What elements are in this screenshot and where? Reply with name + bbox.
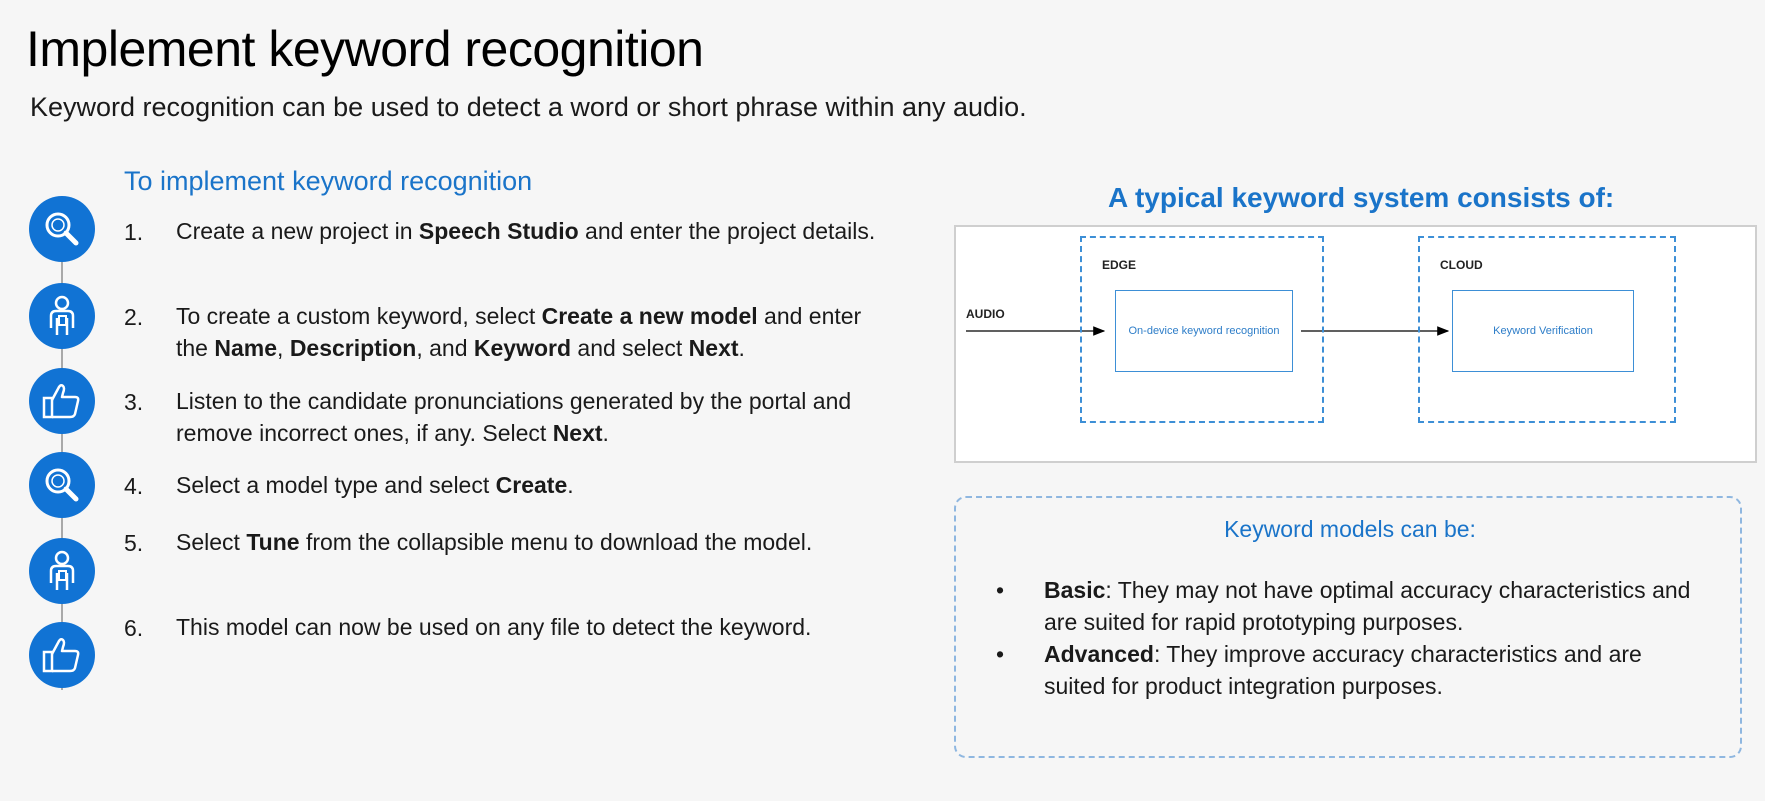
- models-heading: Keyword models can be:: [1224, 516, 1476, 542]
- page-subtitle: Keyword recognition can be used to detec…: [30, 92, 1027, 122]
- step-number: 5.: [124, 530, 144, 556]
- step-text: To create a custom keyword, select Creat…: [176, 303, 862, 361]
- magnifier-icon: [29, 452, 95, 518]
- step-text: Select Tune from the collapsible menu to…: [176, 529, 813, 555]
- edge-label: EDGE: [1102, 258, 1137, 272]
- thumbs-up-icon: [29, 622, 95, 688]
- bullet: •: [996, 641, 1005, 667]
- cloud-label: CLOUD: [1440, 258, 1483, 272]
- step-text: Create a new project in Speech Studio an…: [176, 218, 876, 244]
- step-number: 2.: [124, 304, 144, 330]
- page-title: Implement keyword recognition: [26, 21, 704, 77]
- step-number: 3.: [124, 389, 144, 415]
- keyword-models-box: Keyword models can be: • Basic: They may …: [954, 496, 1742, 758]
- step-number: 6.: [124, 615, 144, 641]
- model-description: : They may not have optimal accuracy cha…: [1044, 577, 1691, 635]
- step-text: This model can now be used on any file t…: [176, 614, 812, 640]
- model-term: Advanced: [1044, 641, 1154, 667]
- step-text: Listen to the candidate pronunciations g…: [176, 388, 852, 446]
- bullet: •: [996, 577, 1005, 603]
- step-text: Select a model type and select Create.: [176, 472, 574, 498]
- audio-label: AUDIO: [966, 307, 1005, 321]
- person-icon: [29, 283, 95, 349]
- keyword-verification-box: Keyword Verification: [1452, 290, 1634, 372]
- models-list: • Basic: They may not have optimal accura…: [996, 574, 1696, 702]
- cloud-region: CLOUD Keyword Verification: [1418, 236, 1676, 423]
- model-item: • Advanced: They improve accuracy charact…: [996, 638, 1696, 702]
- diagram-heading: A typical keyword system consists of:: [1108, 182, 1615, 213]
- thumbs-up-icon: [29, 368, 95, 434]
- person-icon: [29, 538, 95, 604]
- edge-region: EDGE On-device keyword recognition: [1080, 236, 1324, 423]
- model-item: • Basic: They may not have optimal accura…: [996, 574, 1696, 638]
- step-number: 1.: [124, 219, 144, 245]
- keyword-system-diagram: AUDIO EDGE On-device keyword recognition…: [954, 225, 1757, 463]
- model-term: Basic: [1044, 577, 1106, 603]
- on-device-recognition-box: On-device keyword recognition: [1115, 290, 1293, 372]
- step-number: 4.: [124, 473, 144, 499]
